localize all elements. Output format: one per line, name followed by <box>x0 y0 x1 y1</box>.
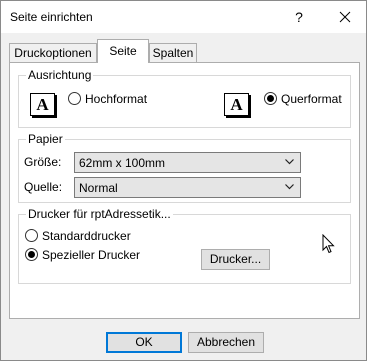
tab-seite[interactable]: Seite <box>97 39 149 63</box>
printer-group-label: Drucker für rptAdressetik... <box>26 207 173 221</box>
printer-button[interactable]: Drucker... <box>201 249 270 270</box>
chevron-down-icon <box>285 184 294 190</box>
default-printer-label[interactable]: Standarddrucker <box>42 229 131 243</box>
close-icon <box>339 11 351 23</box>
portrait-page-icon: A <box>30 93 57 118</box>
orientation-group: Ausrichtung A Hochformat A Querformat <box>18 68 351 128</box>
help-button[interactable]: ? <box>287 7 311 27</box>
tab-spalten[interactable]: Spalten <box>149 43 197 62</box>
specific-printer-radio[interactable] <box>25 248 38 261</box>
paper-group-label: Papier <box>26 132 65 146</box>
size-select-value: 62mm x 100mm <box>79 156 166 170</box>
tab-druckoptionen[interactable]: Druckoptionen <box>9 43 97 62</box>
chevron-down-icon <box>285 159 294 165</box>
size-label: Größe: <box>24 155 62 169</box>
tab-panel-seite: Ausrichtung A Hochformat A Querformat Pa… <box>9 62 360 319</box>
specific-printer-label[interactable]: Spezieller Drucker <box>42 248 140 262</box>
landscape-page-icon: A <box>224 93 251 118</box>
paper-group: Papier Größe: 62mm x 100mm Quelle: Norma… <box>18 132 351 203</box>
portrait-radio[interactable] <box>68 92 81 105</box>
landscape-label[interactable]: Querformat <box>281 92 342 106</box>
default-printer-radio[interactable] <box>25 229 38 242</box>
page-setup-dialog: Seite einrichten ? Druckoptionen Seite S… <box>0 0 367 361</box>
source-label: Quelle: <box>24 180 63 194</box>
orientation-group-label: Ausrichtung <box>26 68 94 82</box>
ok-button[interactable]: OK <box>106 332 182 353</box>
landscape-radio[interactable] <box>264 92 277 105</box>
window-title: Seite einrichten <box>10 10 93 24</box>
cancel-button[interactable]: Abbrechen <box>188 332 264 353</box>
size-select[interactable]: 62mm x 100mm <box>74 152 301 173</box>
source-select-value: Normal <box>79 181 118 195</box>
close-button[interactable] <box>327 3 363 31</box>
source-select[interactable]: Normal <box>74 177 301 198</box>
portrait-label[interactable]: Hochformat <box>85 92 147 106</box>
title-bar: Seite einrichten ? <box>1 1 366 33</box>
mouse-cursor-icon <box>322 234 335 254</box>
printer-group: Drucker für rptAdressetik... Standarddru… <box>18 207 351 284</box>
